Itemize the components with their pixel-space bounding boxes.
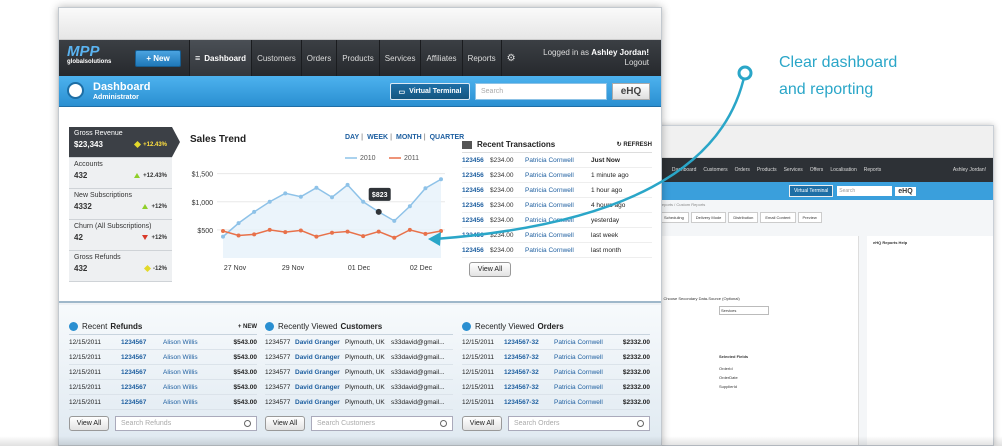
annotation-overlay bbox=[428, 65, 753, 246]
annotation-anchor-circle bbox=[737, 65, 753, 81]
annotation-callout-line bbox=[434, 72, 747, 241]
annotation-arrowhead bbox=[428, 232, 441, 246]
